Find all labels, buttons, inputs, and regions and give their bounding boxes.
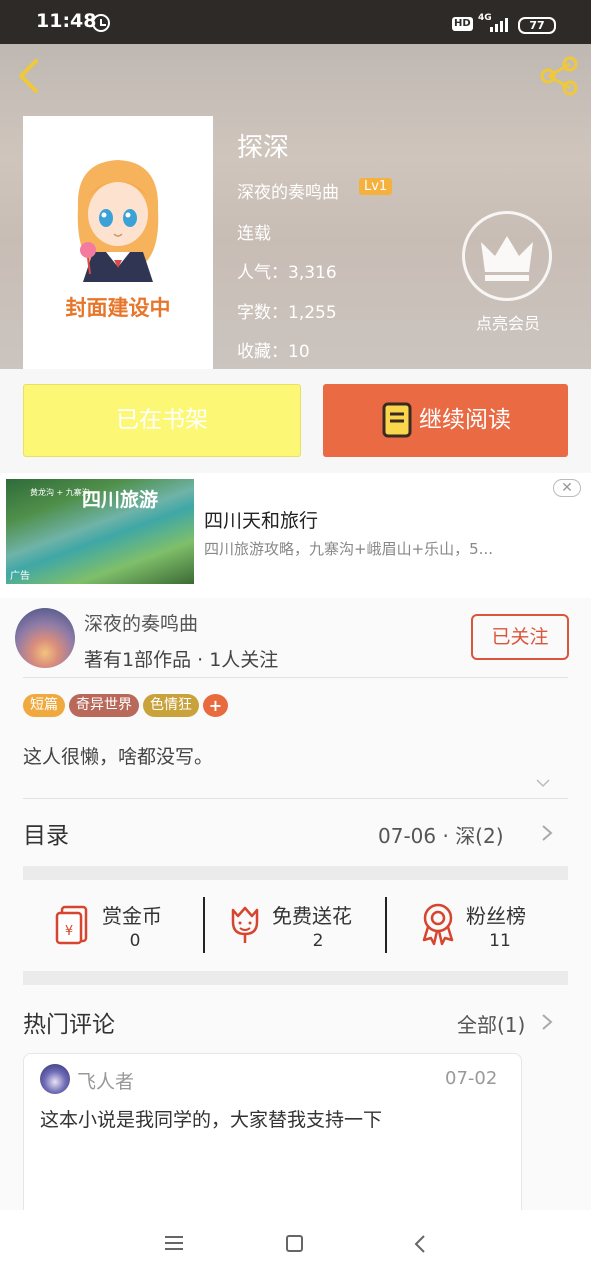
comment-user[interactable]: 飞人者 [77,1067,134,1094]
ad-image-subtext: 黄龙沟 + 九寨沟 [30,488,90,497]
signal-icon [490,16,512,32]
book-favorites: 收藏：10 [237,342,310,362]
section-separator [23,971,568,985]
battery-icon: 77 [518,17,556,34]
book-title: 探深 [237,133,290,163]
stat-fans[interactable]: 粉丝榜 11 [392,880,572,972]
red-envelope-icon: ¥ [55,905,88,945]
back-nav-icon[interactable] [413,1234,427,1254]
author-name[interactable]: 深夜的奏鸣曲 [84,609,198,636]
level-badge: Lv1 [359,178,393,195]
chevron-right-icon [542,825,553,841]
divider [203,897,205,953]
ad-close-button[interactable]: ✕ [553,479,581,497]
author-stats: 著有1部作品 · 1人关注 [84,649,279,671]
tag-item[interactable]: 奇异世界 [69,694,139,717]
stat-value: 11 [489,931,511,951]
divider [385,897,387,953]
stat-reward[interactable]: ¥ 赏金币 0 [0,880,196,972]
book-popularity: 人气：3,316 [237,263,337,283]
comment-text: 这本小说是我同学的，大家替我支持一下 [40,1109,383,1131]
vip-crown-icon[interactable] [462,211,552,301]
book-icon [382,402,412,438]
stat-label: 赏金币 [102,904,162,928]
stat-value: 2 [312,931,324,951]
back-icon[interactable] [14,58,44,94]
medal-icon [422,903,454,946]
author-avatar[interactable] [15,608,75,668]
on-shelf-button[interactable]: 已在书架 [23,384,301,457]
all-comments-link[interactable]: 全部(1) [457,1009,525,1038]
catalog-title: 目录 [23,823,69,849]
book-detail-page: 11:48 HD 4G 77 封面建设中 探深 深夜的奏鸣曲 Lv1 连载 人气… [0,0,591,1280]
add-tag-button[interactable]: + [203,694,228,717]
catalog-row[interactable]: 目录 07-06 · 深(2) [0,798,591,866]
ad-banner[interactable]: 黄龙沟 + 九寨沟 四川旅游 广告 ✕ 四川天和旅行 四川旅游攻略，九寨沟+峨眉… [0,473,591,598]
chevron-right-icon[interactable] [540,1013,554,1031]
tag-item[interactable]: 短篇 [23,694,65,717]
latest-chapter[interactable]: 07-06 · 深(2) [378,820,504,849]
flower-icon [231,906,259,943]
continue-reading-label: 继续阅读 [419,407,511,433]
stat-flowers[interactable]: 免费送花 2 [210,880,385,972]
svg-text:¥: ¥ [65,924,73,939]
stat-label: 粉丝榜 [466,904,526,928]
comment-date: 07-02 [445,1068,498,1089]
home-icon[interactable] [286,1235,303,1252]
cover-illustration [77,160,159,282]
support-stats: ¥ 赏金币 0 免费送花 2 粉丝榜 11 [0,880,591,972]
ad-image[interactable]: 黄龙沟 + 九寨沟 四川旅游 广告 [6,479,194,584]
cover-text: 封面建设中 [65,296,171,320]
hd-indicator: HD [452,17,473,31]
author-bio: 这人很懒，啥都没写。 [23,746,214,768]
status-bar: 11:48 HD 4G 77 [0,0,591,44]
ad-image-title: 四川旅游 [82,489,159,511]
system-nav-bar [0,1210,591,1280]
stat-label: 免费送花 [272,904,352,928]
action-buttons: 已在书架 继续阅读 [0,369,591,473]
tag-list: 短篇 奇异世界 色情狂 + [23,694,228,718]
alarm-icon [92,14,110,32]
stat-value: 0 [129,931,141,951]
divider [23,798,568,799]
ad-description[interactable]: 四川旅游攻略，九寨沟+峨眉山+乐山，5... [204,538,544,559]
follow-button[interactable]: 已关注 [471,614,569,660]
vip-label[interactable]: 点亮会员 [470,310,546,334]
ad-name[interactable]: 四川天和旅行 [204,506,318,533]
ad-tag: 广告 [10,571,30,582]
book-author[interactable]: 深夜的奏鸣曲 [237,178,339,203]
book-cover[interactable]: 封面建设中 [23,116,213,369]
divider [23,677,568,678]
book-word-count: 字数：1,255 [237,303,337,323]
comment-card[interactable]: 飞人者 07-02 这本小说是我同学的，大家替我支持一下 [23,1053,522,1223]
tag-item[interactable]: 色情狂 [143,694,199,717]
comment-avatar[interactable] [40,1064,70,1094]
book-header: 封面建设中 探深 深夜的奏鸣曲 Lv1 连载 人气：3,316 字数：1,255… [0,44,591,369]
hot-comments-header: 热门评论 全部(1) [0,985,591,1053]
book-status: 连载 [237,224,271,244]
section-separator [23,866,568,880]
chevron-down-icon[interactable] [536,776,550,790]
status-time: 11:48 [36,10,97,32]
menu-icon[interactable] [165,1236,183,1250]
continue-reading-button[interactable]: 继续阅读 [323,384,568,457]
share-icon[interactable] [538,56,580,96]
comments-title: 热门评论 [23,1012,115,1038]
author-card: 深夜的奏鸣曲 著有1部作品 · 1人关注 已关注 短篇 奇异世界 色情狂 + 这人很懒… [0,598,591,798]
